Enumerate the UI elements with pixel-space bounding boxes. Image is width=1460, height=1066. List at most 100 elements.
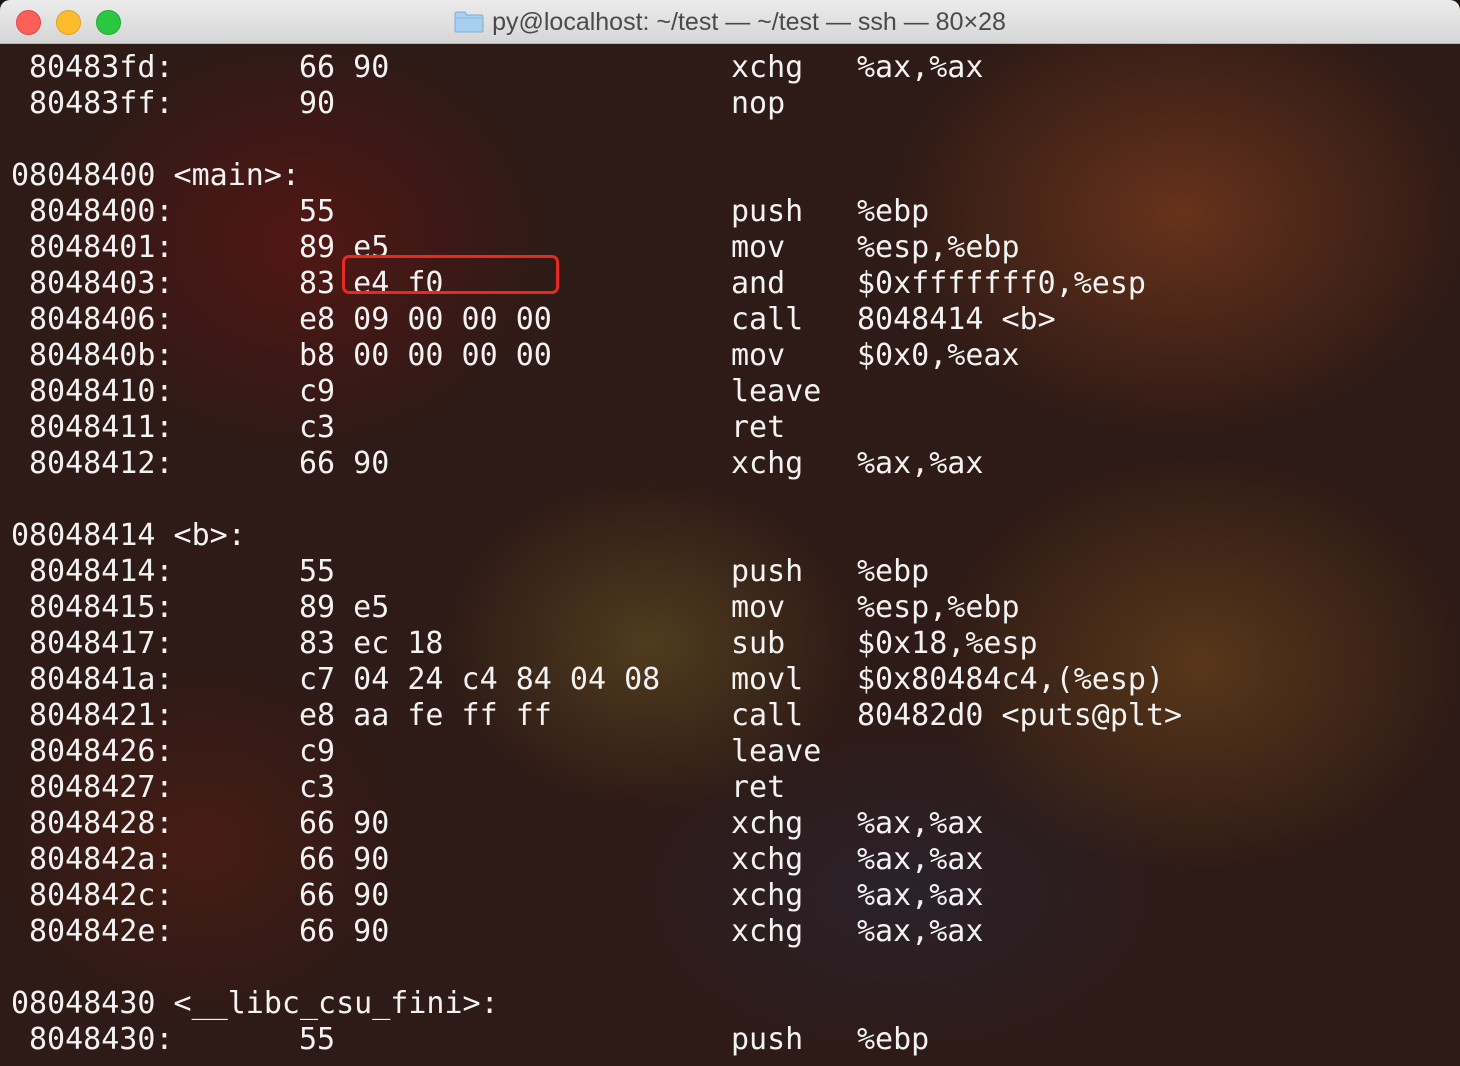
instruction-address: 804841a: [29, 662, 174, 697]
instruction-mnemonic: xchg [731, 914, 804, 949]
instruction-operands: $0x18,%esp [857, 626, 1038, 661]
function-label-line: 08048430 <__libc_csu_fini>: [0, 986, 1460, 1022]
instruction-bytes: 55 [299, 194, 336, 229]
instruction-mnemonic: nop [731, 86, 786, 121]
instruction-mnemonic: ret [731, 410, 786, 445]
window-title: py@localhost: ~/test — ~/test — ssh — 80… [492, 7, 1006, 36]
instruction-address: 8048426: [29, 734, 174, 769]
instruction-address: 8048403: [29, 266, 174, 301]
instruction-operands: $0xfffffff0,%esp [857, 266, 1146, 301]
instruction-bytes: 66 90 [299, 878, 390, 913]
instruction-mnemonic: sub [731, 626, 786, 661]
instruction-address: 804842a: [29, 842, 174, 877]
instruction-operands: %ebp [857, 194, 930, 229]
instruction-mnemonic: mov [731, 590, 786, 625]
instruction-bytes: c9 [299, 734, 336, 769]
instruction-address: 8048411: [29, 410, 174, 445]
instruction-bytes: 83 ec 18 [299, 626, 444, 661]
instruction-operands: %ax,%ax [857, 50, 984, 85]
instruction-mnemonic: push [731, 1022, 804, 1057]
instruction-mnemonic: call [731, 698, 804, 733]
instruction-line: 8048427: c3 ret [0, 770, 1460, 806]
instruction-mnemonic: xchg [731, 50, 804, 85]
instruction-address: 8048401: [29, 230, 174, 265]
instruction-operands: 8048414 <b> [857, 302, 1056, 337]
instruction-address: 8048400: [29, 194, 174, 229]
instruction-mnemonic: and [731, 266, 786, 301]
title-container: py@localhost: ~/test — ~/test — ssh — 80… [0, 0, 1460, 44]
instruction-address: 8048421: [29, 698, 174, 733]
instruction-line: 8048412: 66 90 xchg %ax,%ax [0, 446, 1460, 482]
title-bar[interactable]: × py@localhost: ~/test — ~/test — ssh — … [0, 0, 1460, 44]
instruction-operands: $0x80484c4,(%esp) [857, 662, 1165, 697]
instruction-mnemonic: xchg [731, 806, 804, 841]
highlight-box [342, 255, 559, 294]
instruction-address: 80483fd: [29, 50, 174, 85]
instruction-address: 8048427: [29, 770, 174, 805]
instruction-operands: %esp,%ebp [857, 230, 1020, 265]
instruction-mnemonic: xchg [731, 446, 804, 481]
instruction-operands: %ax,%ax [857, 806, 984, 841]
instruction-line: 8048430: 55 push %ebp [0, 1022, 1460, 1058]
function-label-line: 08048400 <main>: [0, 158, 1460, 194]
instruction-address: 8048412: [29, 446, 174, 481]
instruction-line: 8048400: 55 push %ebp [0, 194, 1460, 230]
instruction-mnemonic: push [731, 554, 804, 589]
instruction-line: 8048403: 83 e4 f0 and $0xfffffff0,%esp [0, 266, 1460, 302]
instruction-line: 8048421: e8 aa fe ff ff call 80482d0 <puts@… [0, 698, 1460, 734]
instruction-address: 8048417: [29, 626, 174, 661]
instruction-address: 804840b: [29, 338, 174, 373]
instruction-bytes: 66 90 [299, 50, 390, 85]
folder-icon [454, 11, 484, 33]
instruction-address: 8048415: [29, 590, 174, 625]
instruction-operands: %ax,%ax [857, 878, 984, 913]
instruction-bytes: e8 aa fe ff ff [299, 698, 552, 733]
instruction-line: 8048411: c3 ret [0, 410, 1460, 446]
instruction-line: 804840b: b8 00 00 00 00 mov $0x0,%eax [0, 338, 1460, 374]
instruction-address: 8048430: [29, 1022, 174, 1057]
instruction-line: 804842a: 66 90 xchg %ax,%ax [0, 842, 1460, 878]
instruction-mnemonic: xchg [731, 842, 804, 877]
instruction-bytes: 89 e5 [299, 590, 390, 625]
instruction-bytes: c3 [299, 770, 336, 805]
instruction-operands: %ax,%ax [857, 914, 984, 949]
instruction-line: 804842c: 66 90 xchg %ax,%ax [0, 878, 1460, 914]
instruction-line: 8048428: 66 90 xchg %ax,%ax [0, 806, 1460, 842]
function-label: 08048414 <b>: [11, 518, 246, 553]
instruction-address: 80483ff: [29, 86, 174, 121]
instruction-address: 8048410: [29, 374, 174, 409]
instruction-mnemonic: ret [731, 770, 786, 805]
terminal-content[interactable]: 80483fd: 66 90 xchg %ax,%ax 80483ff: 90 nop 080… [0, 44, 1460, 1066]
instruction-line: 8048426: c9 leave [0, 734, 1460, 770]
instruction-operands: %ax,%ax [857, 446, 984, 481]
instruction-mnemonic: push [731, 194, 804, 229]
instruction-bytes: 66 90 [299, 446, 390, 481]
instruction-line: 8048401: 89 e5 mov %esp,%ebp [0, 230, 1460, 266]
instruction-operands: 80482d0 <puts@plt> [857, 698, 1183, 733]
function-label-line: 08048414 <b>: [0, 518, 1460, 554]
function-label: 08048430 <__libc_csu_fini>: [11, 986, 499, 1021]
instruction-bytes: 66 90 [299, 914, 390, 949]
instruction-address: 8048414: [29, 554, 174, 589]
instruction-bytes: 55 [299, 1022, 336, 1057]
instruction-line: 8048415: 89 e5 mov %esp,%ebp [0, 590, 1460, 626]
instruction-address: 8048406: [29, 302, 174, 337]
instruction-operands: %ebp [857, 1022, 930, 1057]
instruction-line: 804841a: c7 04 24 c4 84 04 08 movl $0x80484… [0, 662, 1460, 698]
function-label: 08048400 <main>: [11, 158, 300, 193]
instruction-mnemonic: movl [731, 662, 804, 697]
instruction-bytes: c3 [299, 410, 336, 445]
terminal-window: × py@localhost: ~/test — ~/test — ssh — … [0, 0, 1460, 1066]
instruction-mnemonic: mov [731, 230, 786, 265]
instruction-bytes: 90 [299, 86, 336, 121]
instruction-bytes: 66 90 [299, 842, 390, 877]
instruction-address: 804842e: [29, 914, 174, 949]
instruction-bytes: 55 [299, 554, 336, 589]
instruction-address: 804842c: [29, 878, 174, 913]
instruction-bytes: b8 00 00 00 00 [299, 338, 552, 373]
instruction-line: 80483fd: 66 90 xchg %ax,%ax [0, 50, 1460, 86]
instruction-operands: %ax,%ax [857, 842, 984, 877]
